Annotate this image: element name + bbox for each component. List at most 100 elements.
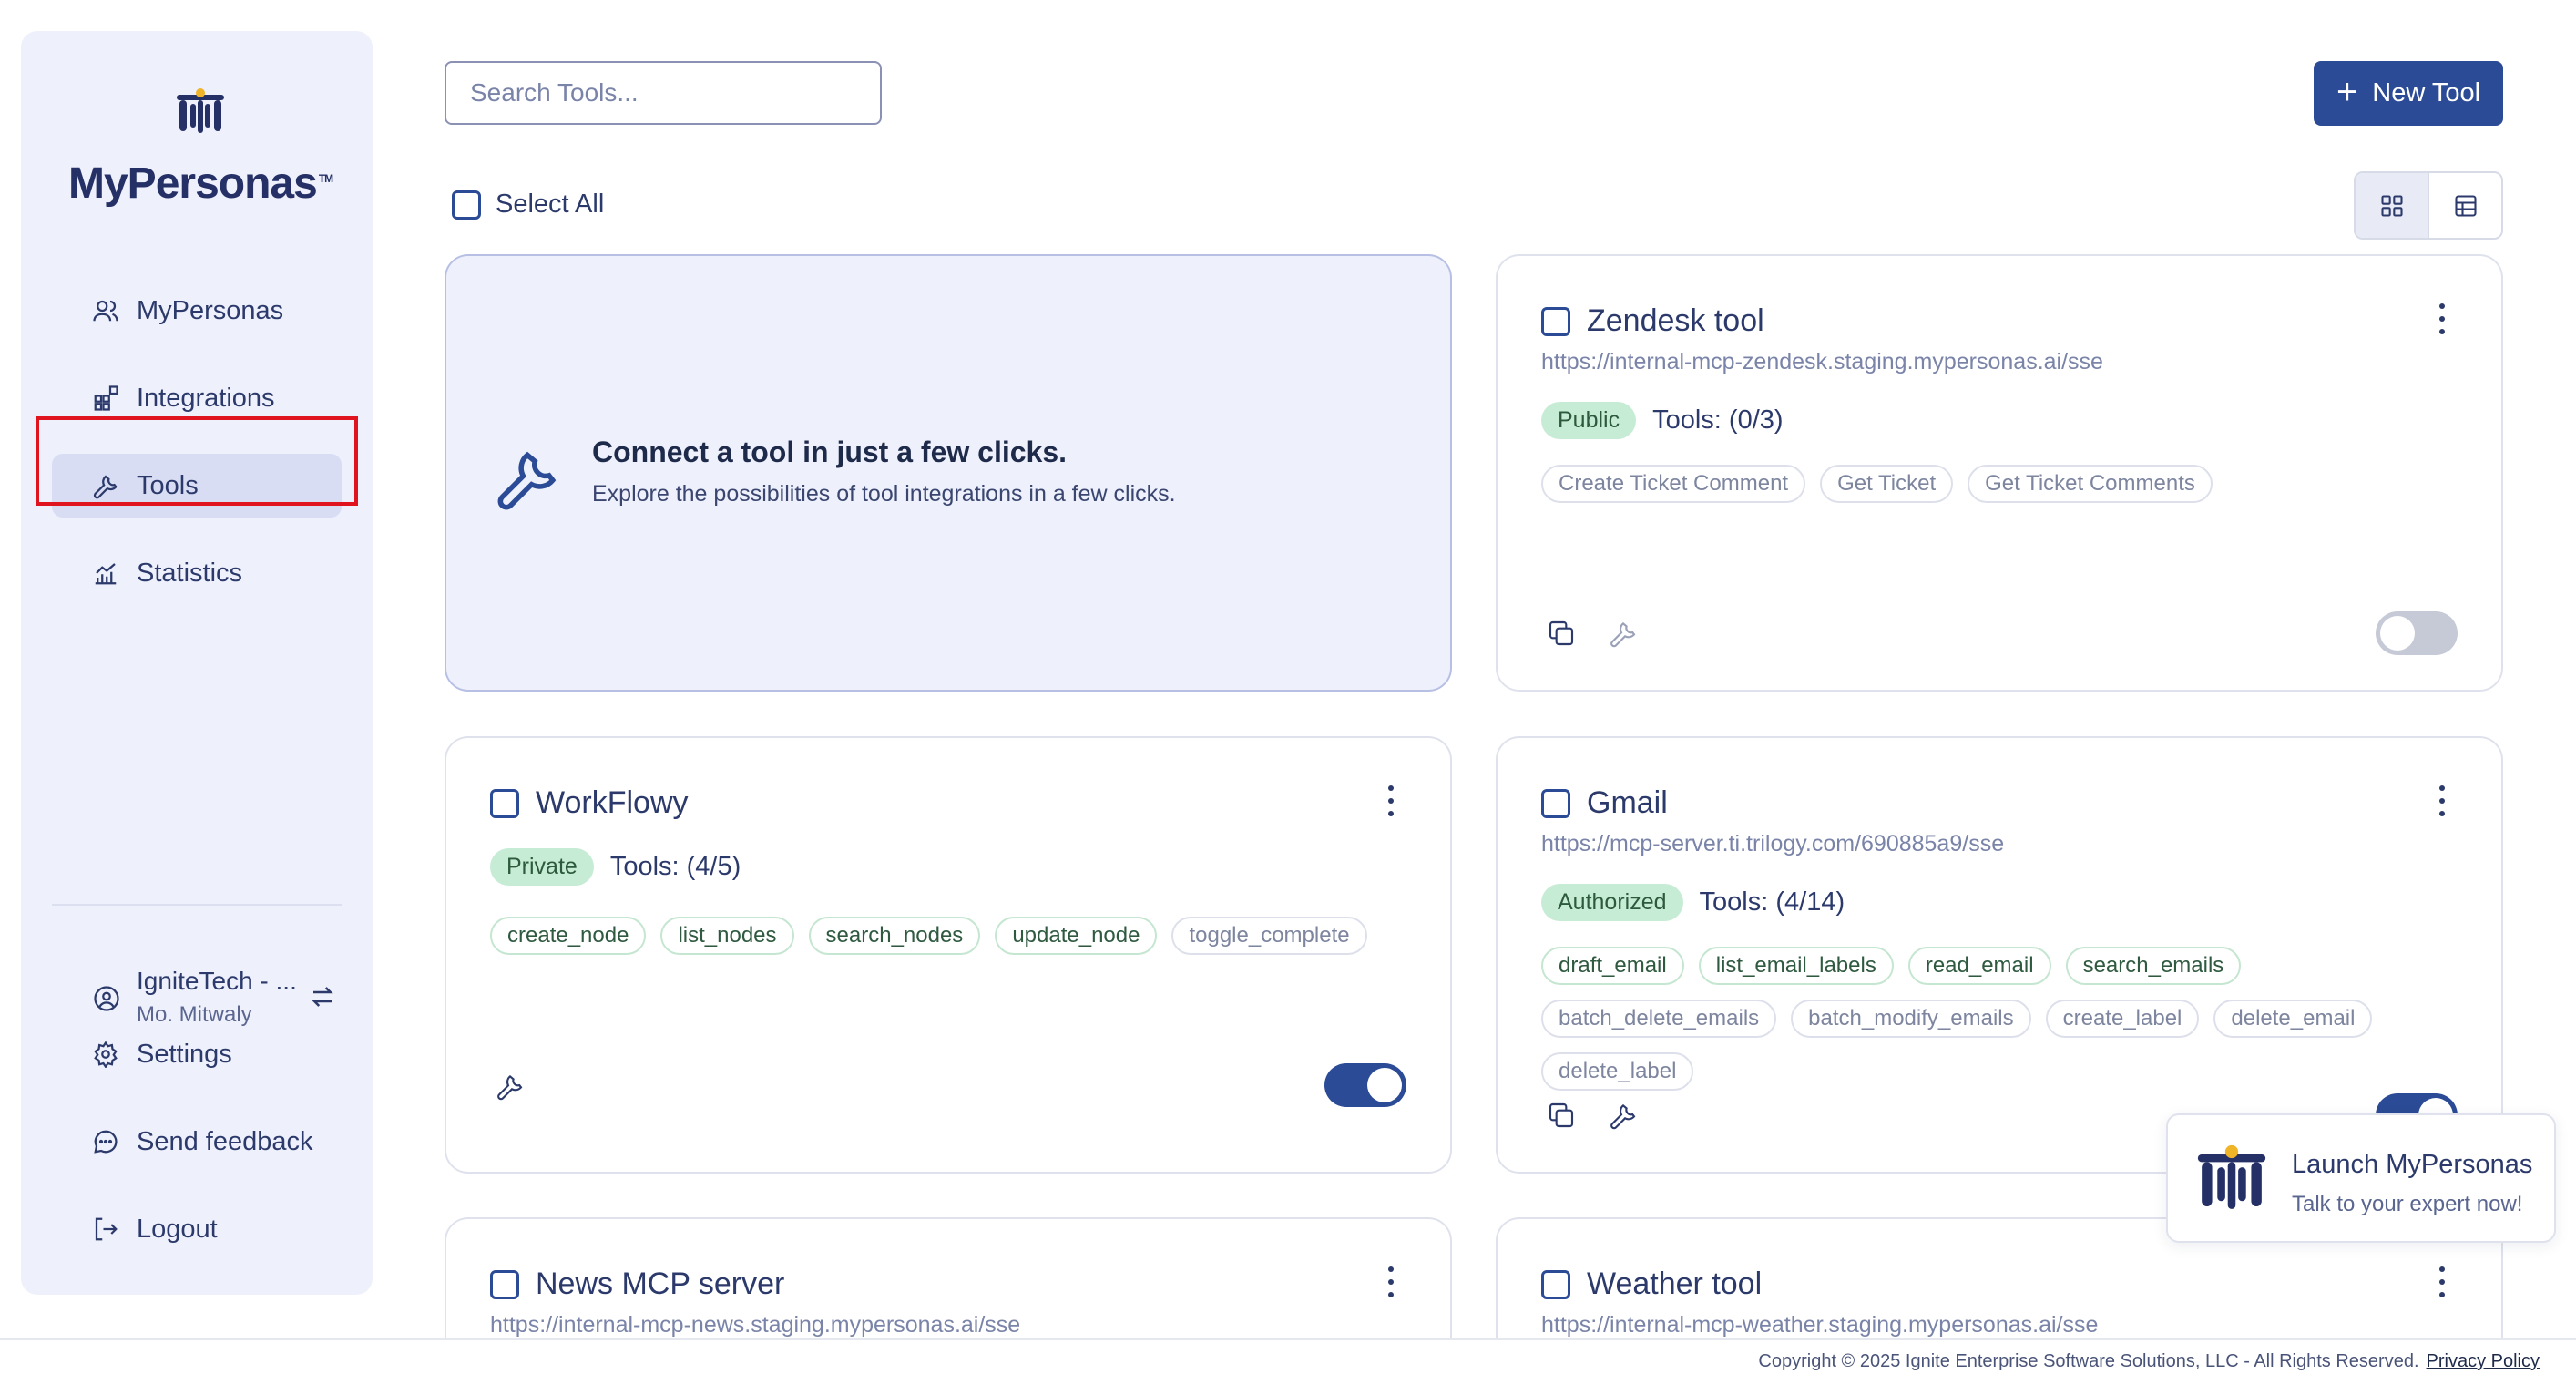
tool-chip: create_label (2045, 1000, 2200, 1038)
card-title: Gmail (1587, 785, 1668, 820)
org-switcher[interactable]: IgniteTech - ... Mo. Mitwaly (52, 956, 342, 1029)
tool-chip: Create Ticket Comment (1541, 465, 1806, 503)
card-checkbox[interactable] (1541, 1269, 1570, 1299)
table-view-button[interactable] (2429, 173, 2501, 238)
tool-chip: search_emails (2065, 947, 2242, 985)
select-all-label: Select All (496, 190, 605, 219)
card-checkbox[interactable] (490, 788, 519, 818)
tool-card-gmail[interactable]: Gmail https://mcp-server.ti.trilogy.com/… (1496, 736, 2503, 1174)
tool-card-workflowy[interactable]: WorkFlowy Private Tools: (4/5) create_no… (445, 736, 1452, 1174)
wrench-icon[interactable] (496, 1072, 525, 1101)
promo-subtitle: Explore the possibilities of tool integr… (592, 481, 1176, 507)
logout-icon (95, 1217, 118, 1241)
sidebar-item-label: Send feedback (137, 1126, 313, 1156)
copyright-text: Copyright © 2025 Ignite Enterprise Softw… (1758, 1351, 2419, 1371)
card-checkbox[interactable] (1541, 788, 1570, 818)
card-checkbox[interactable] (1541, 306, 1570, 336)
mypersonas-logo[interactable]: MyPersonas TM (68, 87, 333, 215)
tool-chip: Get Ticket (1820, 465, 1954, 503)
more-options-icon[interactable] (1386, 785, 1395, 816)
copy-icon[interactable] (1547, 619, 1576, 648)
gear-icon (94, 1041, 118, 1068)
enable-toggle[interactable] (2376, 611, 2458, 655)
more-options-icon[interactable] (1386, 1266, 1395, 1297)
enable-toggle[interactable] (1324, 1063, 1406, 1107)
promo-title: Connect a tool in just a few clicks. (592, 436, 1067, 468)
privacy-policy-link[interactable]: Privacy Policy (2427, 1351, 2540, 1371)
new-tool-label: New Tool (2372, 78, 2481, 108)
grid-view-button[interactable] (2356, 173, 2429, 238)
tool-chip: create_node (490, 917, 647, 955)
tools-count: Tools: (4/14) (1699, 887, 1845, 917)
tool-chip: delete_email (2213, 1000, 2373, 1038)
tools-page: MyPersonas TM MyPersonas Integrations Too… (0, 0, 2576, 1374)
tool-chip: batch_modify_emails (1791, 1000, 2031, 1038)
more-options-icon[interactable] (2438, 303, 2447, 334)
launch-mypersonas-widget[interactable]: Launch MyPersonas Talk to your expert no… (2166, 1113, 2556, 1243)
card-url: https://mcp-server.ti.trilogy.com/690885… (1541, 831, 2005, 856)
sidebar-item-send-feedback[interactable]: Send feedback (52, 1110, 342, 1174)
new-tool-button[interactable]: + New Tool (2314, 61, 2503, 126)
card-header: Weather tool (1541, 1266, 1762, 1302)
wrench-icon (497, 451, 557, 510)
tool-chip: delete_label (1541, 1052, 1694, 1091)
card-header: News MCP server (490, 1266, 784, 1302)
wrench-icon[interactable] (1609, 619, 1638, 648)
tool-chips: create_node list_nodes search_nodes upda… (490, 917, 1414, 955)
tool-chips: Create Ticket Comment Get Ticket Get Tic… (1541, 465, 2465, 503)
status-badge: Private (490, 848, 594, 886)
chat-icon (94, 1130, 118, 1154)
card-url: https://internal-mcp-weather.staging.myp… (1541, 1312, 2099, 1338)
selection-highlight (36, 416, 358, 506)
tool-chip: list_email_labels (1698, 947, 1894, 985)
card-title: News MCP server (536, 1266, 785, 1301)
toggle-knob (2380, 616, 2415, 651)
sidebar-item-label: MyPersonas (137, 295, 284, 325)
copy-icon[interactable] (1547, 1101, 1576, 1130)
tool-chips: draft_email list_email_labels read_email… (1541, 947, 2465, 1091)
tool-card-zendesk[interactable]: Zendesk tool https://internal-mcp-zendes… (1496, 254, 2503, 692)
card-meta: Private Tools: (4/5) (490, 848, 741, 886)
more-options-icon[interactable] (2438, 1266, 2447, 1297)
switch-arrows-icon[interactable] (309, 983, 336, 1010)
select-all-checkbox[interactable] (452, 190, 481, 220)
footer: Copyright © 2025 Ignite Enterprise Softw… (0, 1338, 2576, 1374)
card-checkbox[interactable] (490, 1269, 519, 1299)
sidebar-item-label: Integrations (137, 383, 275, 413)
card-header: Zendesk tool (1541, 303, 1764, 339)
logo-mark-icon (2197, 1144, 2266, 1209)
tool-chip: list_nodes (660, 917, 794, 955)
grid-icon (2380, 194, 2403, 217)
tool-chip: batch_delete_emails (1541, 1000, 1777, 1038)
sidebar-item-mypersonas[interactable]: MyPersonas (52, 279, 342, 343)
card-header: WorkFlowy (490, 785, 689, 821)
card-meta: Authorized Tools: (4/14) (1541, 884, 1845, 921)
tool-chip: search_nodes (808, 917, 981, 955)
launch-subtitle: Talk to your expert now! (2292, 1192, 2523, 1216)
card-title: WorkFlowy (536, 785, 689, 820)
sidebar-item-statistics[interactable]: Statistics (52, 541, 342, 605)
logo-wordmark: MyPersonas TM (68, 159, 333, 208)
logo-mark-icon (177, 88, 224, 133)
card-actions (496, 1072, 525, 1101)
footer-copyright: Copyright © 2025 Ignite Enterprise Softw… (1758, 1351, 2540, 1372)
launch-title: Launch MyPersonas (2292, 1150, 2533, 1179)
connect-tool-card[interactable]: Connect a tool in just a few clicks. Exp… (445, 254, 1452, 692)
sidebar-divider (52, 904, 342, 906)
sidebar-item-label: Statistics (137, 558, 243, 588)
tool-chip: update_node (995, 917, 1158, 955)
sidebar: MyPersonas TM MyPersonas Integrations Too… (21, 31, 373, 1295)
toggle-knob (1367, 1068, 1402, 1102)
table-icon (2454, 194, 2477, 217)
sidebar-item-logout[interactable]: Logout (52, 1197, 342, 1261)
more-options-icon[interactable] (2438, 785, 2447, 816)
search-input[interactable] (445, 61, 882, 125)
card-header: Gmail (1541, 785, 1668, 821)
card-url: https://internal-mcp-news.staging.mypers… (490, 1312, 1021, 1338)
select-all[interactable]: Select All (452, 190, 604, 220)
tool-chip: Get Ticket Comments (1968, 465, 2213, 503)
sidebar-item-settings[interactable]: Settings (52, 1022, 342, 1086)
wrench-icon[interactable] (1609, 1101, 1638, 1130)
sidebar-item-label: Logout (137, 1214, 218, 1244)
plus-icon: + (2336, 71, 2358, 112)
